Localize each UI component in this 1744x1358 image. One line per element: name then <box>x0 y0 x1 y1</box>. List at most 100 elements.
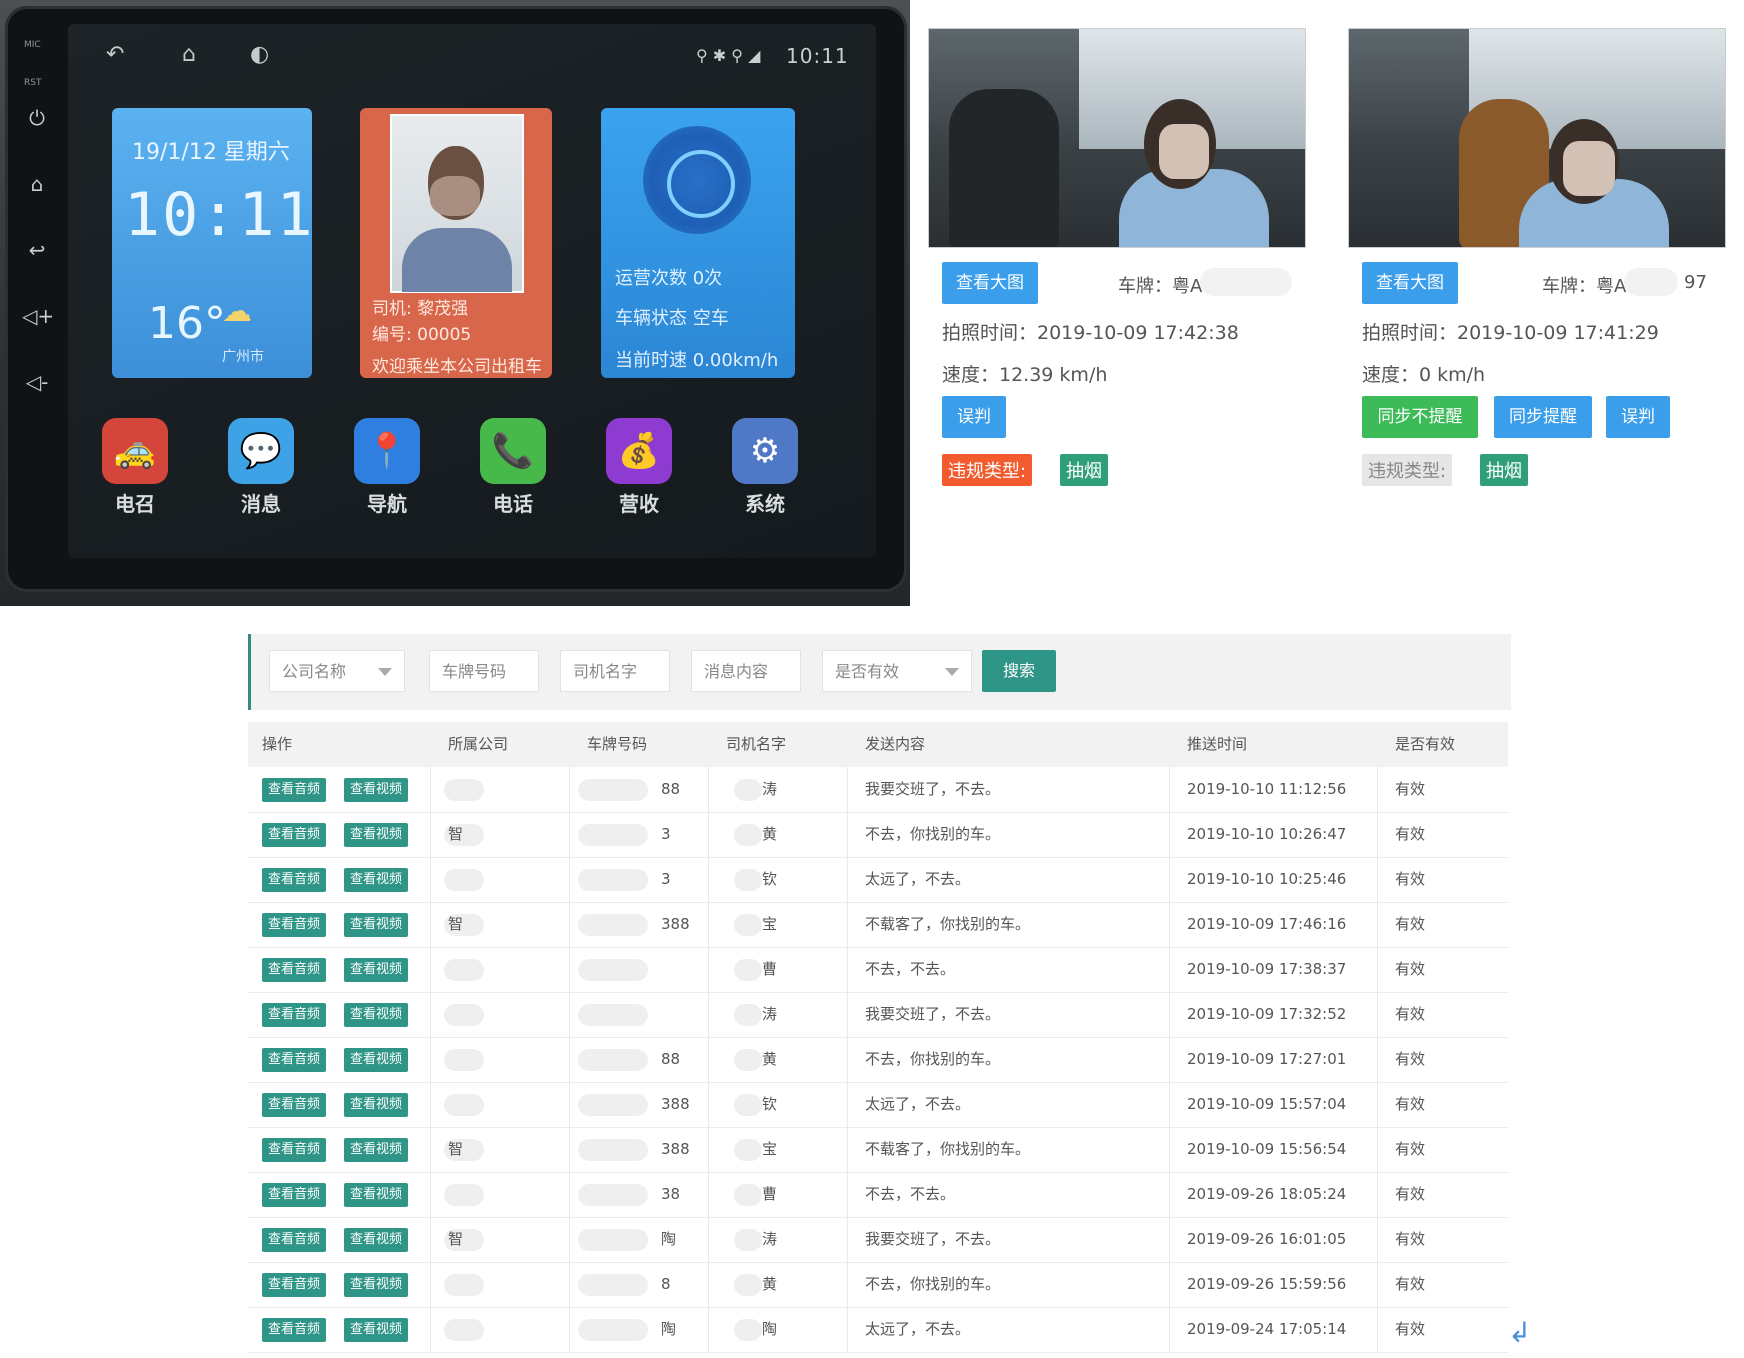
misjudge-button[interactable]: 误判 <box>1606 396 1670 438</box>
view-video-button[interactable]: 查看视频 <box>344 1183 409 1207</box>
view-audio-button[interactable]: 查看音频 <box>262 778 327 802</box>
valid-select[interactable]: 是否有效 <box>822 650 972 692</box>
car-head-unit-photo: MIC RST ⏻ ⌂ ↩ ◁+ ◁- ↶ ⌂ ◐ ⚲ ✱ ⚲ ◢ 10:11 … <box>0 0 910 606</box>
volume-up-icon[interactable]: ◁+ <box>22 304 54 328</box>
driver-cell: 涛 <box>762 1005 778 1023</box>
valid-cell: 有效 <box>1395 1230 1426 1248</box>
view-video-button[interactable]: 查看视频 <box>344 1048 409 1072</box>
content-cell: 太远了，不去。 <box>865 1320 971 1338</box>
view-audio-button[interactable]: 查看音频 <box>262 1003 327 1027</box>
view-audio-button[interactable]: 查看音频 <box>262 913 327 937</box>
privacy-blur <box>444 1049 484 1071</box>
driver-info-tile[interactable]: 司机: 黎茂强 编号: 00005 欢迎乘坐本公司出租车 <box>360 108 552 378</box>
privacy-blur <box>734 869 762 891</box>
driver-cell: 钦 <box>762 1095 778 1113</box>
company-cell: 智 <box>448 915 464 933</box>
app-system[interactable]: ⚙ 系统 <box>726 418 804 517</box>
valid-cell: 有效 <box>1395 915 1426 933</box>
sync-no-reminder-button[interactable]: 同步不提醒 <box>1362 396 1478 438</box>
power-icon[interactable]: ⏻ <box>22 106 52 130</box>
trip-count: 运营次数 0次 <box>615 268 723 289</box>
app-call[interactable]: 🚕 电召 <box>96 418 174 517</box>
volume-down-icon[interactable]: ◁- <box>22 370 52 394</box>
driver-cell: 钦 <box>762 870 778 888</box>
cabin-camera-image[interactable] <box>928 28 1306 248</box>
app-navigation[interactable]: 📍 导航 <box>348 418 426 517</box>
view-audio-button[interactable]: 查看音频 <box>262 823 327 847</box>
back-nav-icon[interactable]: ↶ <box>106 42 124 67</box>
plate-cell: 38 <box>661 1185 681 1203</box>
time-cell: 2019-10-09 17:32:52 <box>1187 1005 1347 1023</box>
view-audio-button[interactable]: 查看音频 <box>262 1318 327 1342</box>
view-audio-button[interactable]: 查看音频 <box>262 1183 327 1207</box>
view-video-button[interactable]: 查看视频 <box>344 1228 409 1252</box>
sync-reminder-button[interactable]: 同步提醒 <box>1494 396 1592 438</box>
view-video-button[interactable]: 查看视频 <box>344 1138 409 1162</box>
privacy-blur <box>578 1319 648 1341</box>
plate-cell: 3 <box>661 870 671 888</box>
home-icon[interactable]: ⌂ <box>22 172 52 196</box>
time-cell: 2019-09-24 17:05:14 <box>1187 1320 1347 1338</box>
view-audio-button[interactable]: 查看音频 <box>262 1273 327 1297</box>
view-video-button[interactable]: 查看视频 <box>344 1003 409 1027</box>
app-message[interactable]: 💬 消息 <box>222 418 300 517</box>
content-cell: 我要交班了，不去。 <box>865 780 1001 798</box>
gear-icon: ⚙ <box>732 418 798 484</box>
home-nav-icon[interactable]: ⌂ <box>182 42 196 67</box>
steering-wheel-icon <box>643 126 751 234</box>
time-cell: 2019-10-09 17:27:01 <box>1187 1050 1347 1068</box>
time-weather-tile[interactable]: 19/1/12 星期六 10:11 16° ☁ 广州市 <box>112 108 313 378</box>
company-select[interactable]: 公司名称 <box>269 650 405 692</box>
valid-cell: 有效 <box>1395 780 1426 798</box>
view-audio-button[interactable]: 查看音频 <box>262 868 327 892</box>
privacy-blur <box>444 1004 484 1026</box>
view-video-button[interactable]: 查看视频 <box>344 913 409 937</box>
view-large-image-button[interactable]: 查看大图 <box>942 262 1038 304</box>
table-row: 查看音频 查看视频 智 388 宝 不载客了，你找别的车。 2019-10-09 15:56… <box>248 1127 1508 1173</box>
view-large-image-button[interactable]: 查看大图 <box>1362 262 1458 304</box>
chevron-down-icon <box>945 668 959 676</box>
view-video-button[interactable]: 查看视频 <box>344 823 409 847</box>
driver-cell: 曹 <box>762 960 778 978</box>
face-blur <box>430 176 480 216</box>
phone-icon: 📞 <box>480 418 546 484</box>
violation-type-label: 违规类型: <box>1362 454 1453 486</box>
view-audio-button[interactable]: 查看音频 <box>262 958 327 982</box>
current-speed: 当前时速 0.00km/h <box>615 350 779 371</box>
privacy-blur <box>444 869 484 891</box>
view-video-button[interactable]: 查看视频 <box>344 1273 409 1297</box>
view-audio-button[interactable]: 查看音频 <box>262 1093 327 1117</box>
content-cell: 不去，你找别的车。 <box>865 1275 1001 1293</box>
plate-cell: 3 <box>661 825 671 843</box>
time-cell: 2019-10-10 11:12:56 <box>1187 780 1347 798</box>
view-video-button[interactable]: 查看视频 <box>344 1318 409 1342</box>
search-button[interactable]: 搜索 <box>982 650 1056 692</box>
privacy-blur <box>578 1229 648 1251</box>
view-audio-button[interactable]: 查看音频 <box>262 1048 327 1072</box>
driver-input[interactable]: 司机名字 <box>560 650 670 692</box>
view-video-button[interactable]: 查看视频 <box>344 778 409 802</box>
back-icon[interactable]: ↩ <box>22 238 52 262</box>
valid-cell: 有效 <box>1395 1095 1426 1113</box>
view-video-button[interactable]: 查看视频 <box>344 958 409 982</box>
vehicle-status-tile[interactable]: 运营次数 0次 车辆状态 空车 当前时速 0.00km/h <box>601 108 795 378</box>
misjudge-button[interactable]: 误判 <box>942 396 1006 438</box>
app-revenue[interactable]: 💰 营收 <box>600 418 678 517</box>
message-input[interactable]: 消息内容 <box>691 650 801 692</box>
plate-input[interactable]: 车牌号码 <box>429 650 539 692</box>
plate-cell: 陶 <box>661 1320 677 1338</box>
privacy-blur <box>578 1094 648 1116</box>
view-audio-button[interactable]: 查看音频 <box>262 1138 327 1162</box>
app-phone[interactable]: 📞 电话 <box>474 418 552 517</box>
privacy-blur <box>734 1139 762 1161</box>
view-video-button[interactable]: 查看视频 <box>344 1093 409 1117</box>
plate-blur <box>1200 268 1292 296</box>
valid-cell: 有效 <box>1395 960 1426 978</box>
time-cell: 2019-09-26 15:59:56 <box>1187 1275 1347 1293</box>
date-text: 19/1/12 星期六 <box>132 140 290 165</box>
view-audio-button[interactable]: 查看音频 <box>262 1228 327 1252</box>
recent-nav-icon[interactable]: ◐ <box>250 42 269 67</box>
driver-cell: 涛 <box>762 1230 778 1248</box>
cabin-camera-image[interactable] <box>1348 28 1726 248</box>
view-video-button[interactable]: 查看视频 <box>344 868 409 892</box>
